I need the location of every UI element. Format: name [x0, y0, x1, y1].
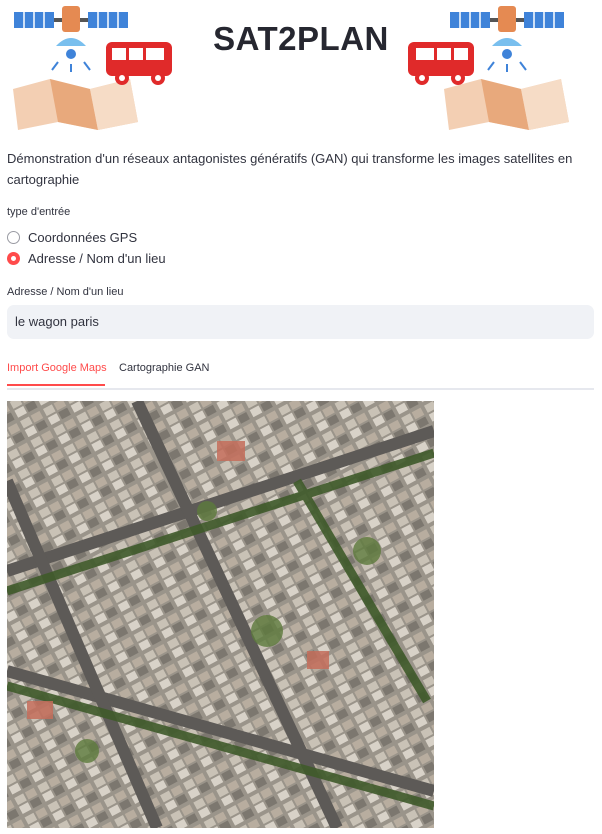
radio-unchecked-icon[interactable]: [7, 231, 20, 244]
radio-option-label: Adresse / Nom d'un lieu: [28, 251, 166, 266]
tab-bar: Import Google Maps Cartographie GAN: [7, 352, 594, 390]
tab-cartographie-gan[interactable]: Cartographie GAN: [119, 362, 210, 374]
radio-option-address[interactable]: Adresse / Nom d'un lieu: [7, 251, 166, 266]
radio-checked-icon[interactable]: [7, 252, 20, 265]
tab-import-google-maps[interactable]: Import Google Maps: [7, 362, 107, 374]
satellite-image: [7, 401, 434, 828]
radio-option-gps[interactable]: Coordonnées GPS: [7, 230, 137, 245]
radio-option-label: Coordonnées GPS: [28, 230, 138, 245]
app-header: SAT2PLAN: [0, 0, 602, 135]
input-type-label: type d'entrée: [7, 206, 71, 218]
app-description: Démonstration d'un réseaux antagonistes …: [7, 151, 573, 187]
satellite-logo-right: [408, 6, 569, 130]
address-input[interactable]: le wagon paris: [7, 305, 594, 339]
active-tab-indicator: [7, 384, 105, 386]
address-label: Adresse / Nom d'un lieu: [7, 286, 124, 298]
